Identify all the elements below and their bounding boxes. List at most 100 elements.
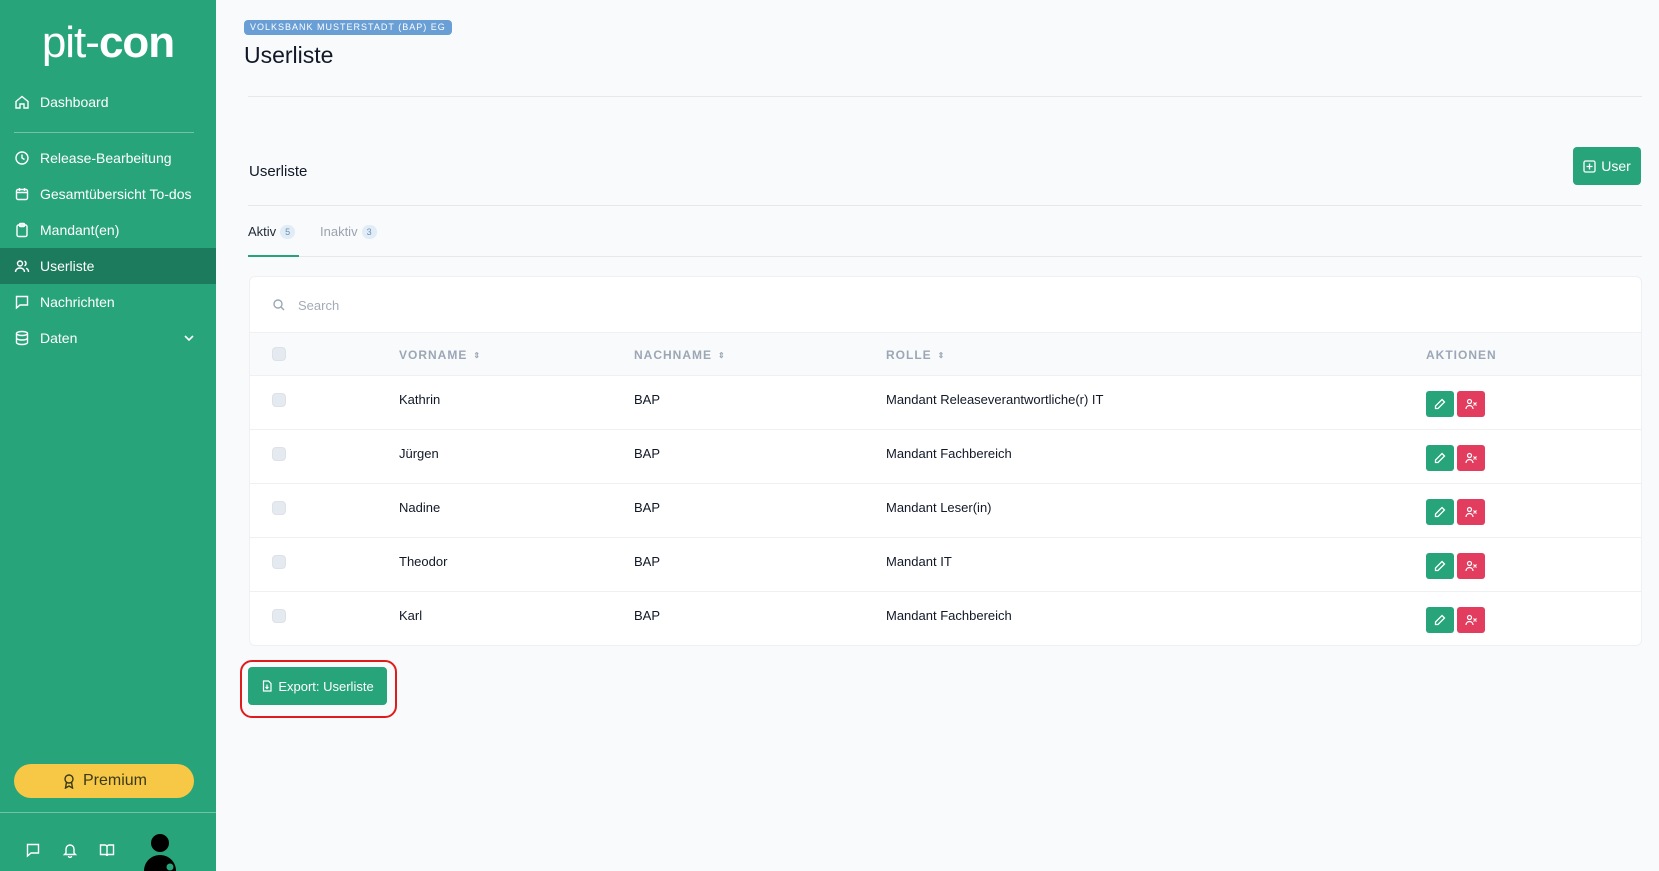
cell-vorname: Nadine — [399, 500, 441, 515]
sidebar-item-label: Mandant(en) — [40, 222, 120, 238]
chevron-down-icon — [184, 335, 194, 342]
active-tab-indicator — [248, 255, 299, 257]
deactivate-user-button[interactable] — [1457, 445, 1485, 471]
sidebar-divider — [14, 132, 194, 133]
sidebar-item-dashboard[interactable]: Dashboard — [0, 84, 216, 120]
sidebar-item-label: Release-Bearbeitung — [40, 150, 172, 166]
row-checkbox[interactable] — [272, 393, 286, 407]
select-all-checkbox[interactable] — [272, 347, 286, 361]
edit-button[interactable] — [1426, 391, 1454, 417]
table-row: Karl BAP Mandant Fachbereich — [250, 592, 1641, 646]
tab-aktiv[interactable]: Aktiv 5 — [248, 224, 296, 239]
table-row: Theodor BAP Mandant IT — [250, 538, 1641, 592]
users-icon — [14, 258, 30, 274]
sidebar-item-label: Daten — [40, 330, 78, 346]
cell-rolle: Mandant Fachbereich — [886, 446, 1012, 461]
edit-button[interactable] — [1426, 553, 1454, 579]
page-title: Userliste — [244, 42, 334, 68]
search-icon — [272, 298, 286, 312]
user-x-icon — [1465, 398, 1477, 410]
sidebar-item-label: Gesamtübersicht To-dos — [40, 186, 192, 202]
clipboard-icon — [14, 222, 30, 238]
file-export-icon — [261, 680, 273, 692]
tab-label: Aktiv — [248, 224, 277, 239]
add-user-button[interactable]: User — [1573, 147, 1641, 185]
deactivate-user-button[interactable] — [1457, 607, 1485, 633]
sidebar-item-label: Userliste — [40, 258, 95, 274]
cell-rolle: Mandant Fachbereich — [886, 608, 1012, 623]
user-x-icon — [1465, 614, 1477, 626]
pencil-icon — [1434, 614, 1446, 626]
sidebar-item-gesamtuebersicht[interactable]: Gesamtübersicht To-dos — [0, 176, 216, 212]
deactivate-user-button[interactable] — [1457, 391, 1485, 417]
cell-nachname: BAP — [634, 554, 661, 569]
user-x-icon — [1465, 506, 1477, 518]
table-row: Jürgen BAP Mandant Fachbereich — [250, 430, 1641, 484]
bank-badge: VOLKSBANK MUSTERSTADT (BAP) EG — [244, 20, 452, 35]
cell-nachname: BAP — [634, 446, 661, 461]
column-header-vorname[interactable]: VORNAME ⇕ — [399, 348, 481, 362]
section-divider — [248, 205, 1642, 206]
search-bar — [272, 289, 672, 321]
cell-nachname: BAP — [634, 608, 661, 623]
sidebar-footer-divider — [0, 812, 216, 813]
tab-count-badge: 3 — [361, 224, 377, 239]
premium-label: Premium — [82, 772, 147, 789]
sort-icon: ⇕ — [473, 350, 482, 360]
table-header: VORNAME ⇕ NACHNAME ⇕ ROLLE ⇕ AKTIONEN — [250, 332, 1641, 376]
pencil-icon — [1434, 398, 1446, 410]
user-avatar[interactable] — [143, 832, 177, 871]
sort-icon: ⇕ — [937, 350, 946, 360]
user-x-icon — [1465, 560, 1477, 572]
column-header-rolle[interactable]: ROLLE ⇕ — [886, 348, 945, 362]
deactivate-user-button[interactable] — [1457, 553, 1485, 579]
pencil-icon — [1434, 506, 1446, 518]
award-icon — [61, 773, 77, 789]
sidebar-item-release-bearbeitung[interactable]: Release-Bearbeitung — [0, 140, 216, 176]
cell-nachname: BAP — [634, 500, 661, 515]
row-checkbox[interactable] — [272, 555, 286, 569]
export-label: Export: Userliste — [278, 678, 374, 694]
row-checkbox[interactable] — [272, 501, 286, 515]
cell-vorname: Theodor — [399, 554, 448, 569]
row-checkbox[interactable] — [272, 447, 286, 461]
column-header-aktionen: AKTIONEN — [1426, 348, 1497, 362]
search-input[interactable] — [298, 297, 598, 313]
deactivate-user-button[interactable] — [1457, 499, 1485, 525]
section-title: Userliste — [249, 163, 308, 180]
sidebar-item-mandanten[interactable]: Mandant(en) — [0, 212, 216, 248]
row-checkbox[interactable] — [272, 609, 286, 623]
cell-vorname: Kathrin — [399, 392, 441, 407]
pencil-icon — [1434, 560, 1446, 572]
cell-nachname: BAP — [634, 392, 661, 407]
sidebar-item-label: Nachrichten — [40, 294, 115, 310]
book-icon[interactable] — [99, 842, 115, 858]
tab-inaktiv[interactable]: Inaktiv 3 — [320, 224, 377, 239]
cell-vorname: Karl — [399, 608, 423, 623]
header-divider — [248, 96, 1642, 97]
pencil-icon — [1434, 452, 1446, 464]
sidebar-item-label: Dashboard — [40, 94, 109, 110]
message-icon — [14, 294, 30, 310]
home-icon — [14, 94, 30, 110]
sidebar-item-nachrichten[interactable]: Nachrichten — [0, 284, 216, 320]
edit-button[interactable] — [1426, 445, 1454, 471]
column-header-nachname[interactable]: NACHNAME ⇕ — [634, 348, 726, 362]
app-logo[interactable]: pit-con — [0, 18, 216, 68]
bell-icon[interactable] — [62, 842, 78, 859]
tab-label: Inaktiv — [320, 224, 358, 239]
sidebar-item-daten[interactable]: Daten — [0, 320, 216, 356]
sort-icon: ⇕ — [718, 350, 726, 360]
database-icon — [14, 330, 30, 346]
edit-button[interactable] — [1426, 499, 1454, 525]
edit-button[interactable] — [1426, 607, 1454, 633]
cell-rolle: Mandant Leser(in) — [886, 500, 992, 515]
table-row: Nadine BAP Mandant Leser(in) — [250, 484, 1641, 538]
table-row: Kathrin BAP Mandant Releaseverantwortlic… — [250, 376, 1641, 430]
export-userliste-button[interactable]: Export: Userliste — [248, 667, 387, 705]
chat-icon[interactable] — [25, 842, 41, 858]
sidebar-item-userliste[interactable]: Userliste — [0, 248, 216, 284]
tab-count-badge: 5 — [280, 224, 296, 239]
premium-button[interactable]: Premium — [14, 764, 194, 798]
clock-icon — [14, 150, 30, 166]
